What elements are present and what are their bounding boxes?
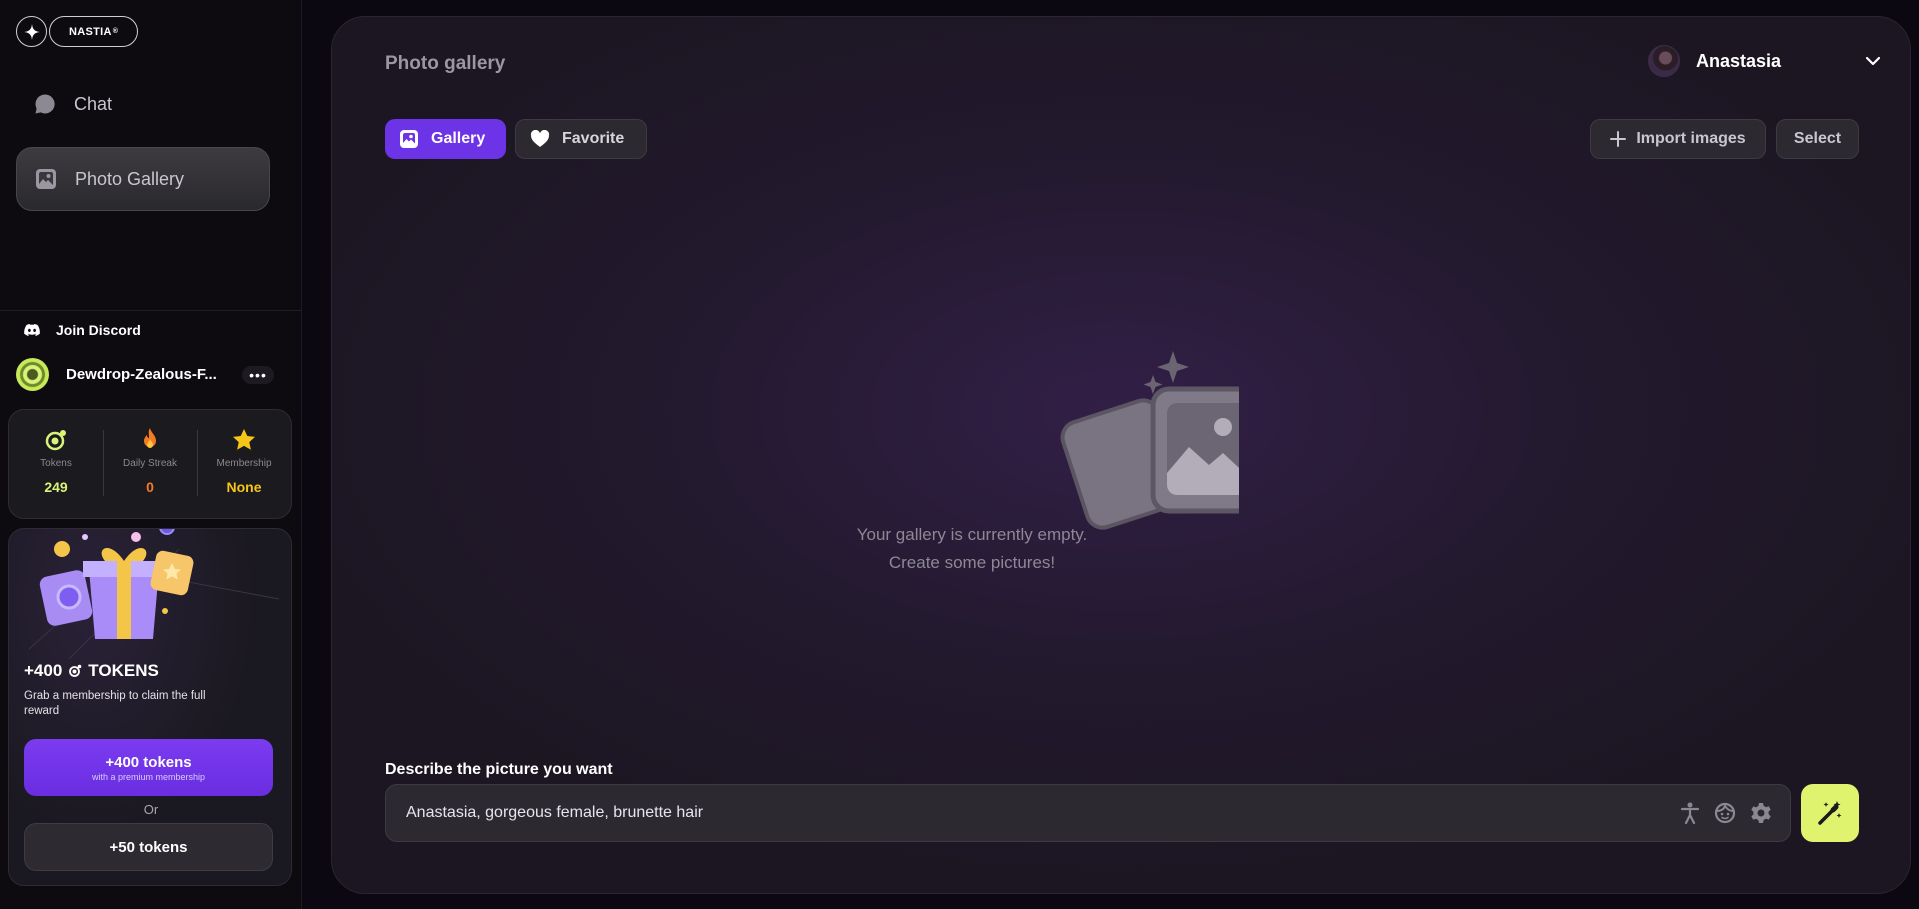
- promo-title-suffix: TOKENS: [88, 661, 159, 680]
- join-discord-label: Join Discord: [56, 322, 141, 338]
- tab-favorite[interactable]: Favorite: [515, 119, 647, 159]
- stat-label: Daily Streak: [123, 458, 177, 469]
- sidebar-item-photo-gallery[interactable]: Photo Gallery: [16, 147, 270, 211]
- stat-value: None: [226, 479, 262, 495]
- tab-label: Gallery: [431, 130, 486, 147]
- account-name: Anastasia: [1696, 50, 1782, 71]
- stat-daily-streak: Daily Streak 0: [103, 410, 197, 518]
- promo-or-text: Or: [143, 802, 159, 817]
- tab-gallery[interactable]: Gallery: [385, 119, 506, 159]
- brand-logo[interactable]: NASTIA ®: [16, 16, 139, 47]
- sparkle-icon: [16, 16, 47, 47]
- brand-name: NASTIA ®: [49, 16, 139, 47]
- import-images-button[interactable]: Import images: [1590, 119, 1766, 159]
- empty-state-line1: Your gallery is currently empty.: [856, 525, 1088, 544]
- sidebar-item-chat[interactable]: Chat: [16, 72, 270, 136]
- discord-icon: [24, 324, 40, 336]
- gallery-icon: [400, 130, 418, 148]
- gift-box-illustration: [29, 529, 279, 659]
- sidebar-item-label: Chat: [74, 93, 113, 114]
- stat-value: 0: [146, 479, 154, 495]
- account-avatar: [1648, 45, 1680, 77]
- magic-wand-icon: [1818, 801, 1842, 825]
- sidebar-divider: [0, 310, 301, 311]
- prompt-tools: [1680, 802, 1772, 824]
- generate-button[interactable]: [1801, 784, 1859, 842]
- empty-gallery-icon: [1060, 351, 1239, 530]
- main-panel: Photo gallery Anastasia Gallery Favorite…: [331, 16, 1911, 894]
- tab-label: Favorite: [562, 130, 625, 147]
- page-title: Photo gallery: [385, 53, 506, 74]
- brand-name-text: NASTIA: [69, 25, 112, 38]
- user-more-button[interactable]: •••: [242, 365, 274, 384]
- stat-label: Tokens: [40, 458, 72, 469]
- select-label: Select: [1793, 130, 1842, 147]
- settings-icon[interactable]: [1750, 802, 1772, 824]
- photo-icon: [36, 169, 56, 189]
- promo-description: Grab a membership to claim the full rewa…: [24, 690, 206, 717]
- user-avatar[interactable]: [16, 358, 49, 391]
- fire-icon: [140, 428, 160, 452]
- claim-50-tokens-button[interactable]: +50 tokens: [24, 823, 273, 871]
- premium-button-label: +400 tokens: [105, 753, 192, 771]
- import-images-label: Import images: [1636, 130, 1746, 147]
- premium-membership-button[interactable]: +400 tokens with a premium membership: [24, 739, 273, 796]
- empty-state-message: Your gallery is currently empty. Create …: [822, 521, 1122, 577]
- empty-state-line2: Create some pictures!: [888, 553, 1056, 572]
- stat-value: 249: [44, 479, 68, 495]
- stat-tokens: Tokens 249: [9, 410, 103, 518]
- prompt-input-box: [385, 784, 1791, 842]
- token-icon: [69, 664, 82, 677]
- promo-card: +400 TOKENS Grab a membership to claim t…: [8, 528, 292, 886]
- token-icon: [44, 428, 68, 452]
- star-icon: [232, 428, 256, 452]
- brand-mark: ®: [112, 28, 119, 35]
- promo-title: +400 TOKENS: [24, 661, 159, 681]
- pose-icon[interactable]: [1680, 802, 1700, 824]
- stats-card: Tokens 249 Daily Streak 0 Membership Non…: [8, 409, 292, 519]
- sidebar-item-label: Photo Gallery: [75, 168, 185, 189]
- user-name: Dewdrop-Zealous-F...: [66, 366, 217, 383]
- stat-label: Membership: [216, 458, 272, 469]
- heart-icon: [530, 130, 550, 147]
- face-icon[interactable]: [1714, 802, 1736, 824]
- prompt-input[interactable]: [406, 804, 1680, 822]
- join-discord-link[interactable]: Join Discord: [24, 322, 141, 338]
- premium-button-sublabel: with a premium membership: [91, 771, 206, 782]
- chevron-down-icon: [1865, 56, 1881, 66]
- promo-title-prefix: +400: [24, 661, 63, 680]
- user-row: Dewdrop-Zealous-F... •••: [16, 358, 276, 391]
- sidebar: NASTIA ® Chat Photo Gallery Join Discord …: [0, 0, 302, 909]
- prompt-label: Describe the picture you want: [385, 761, 613, 778]
- account-menu[interactable]: Anastasia: [1648, 45, 1881, 77]
- stat-membership: Membership None: [197, 410, 291, 518]
- select-button[interactable]: Select: [1776, 119, 1859, 159]
- chat-bubble-icon: [35, 94, 55, 114]
- plus-icon: [1610, 131, 1627, 147]
